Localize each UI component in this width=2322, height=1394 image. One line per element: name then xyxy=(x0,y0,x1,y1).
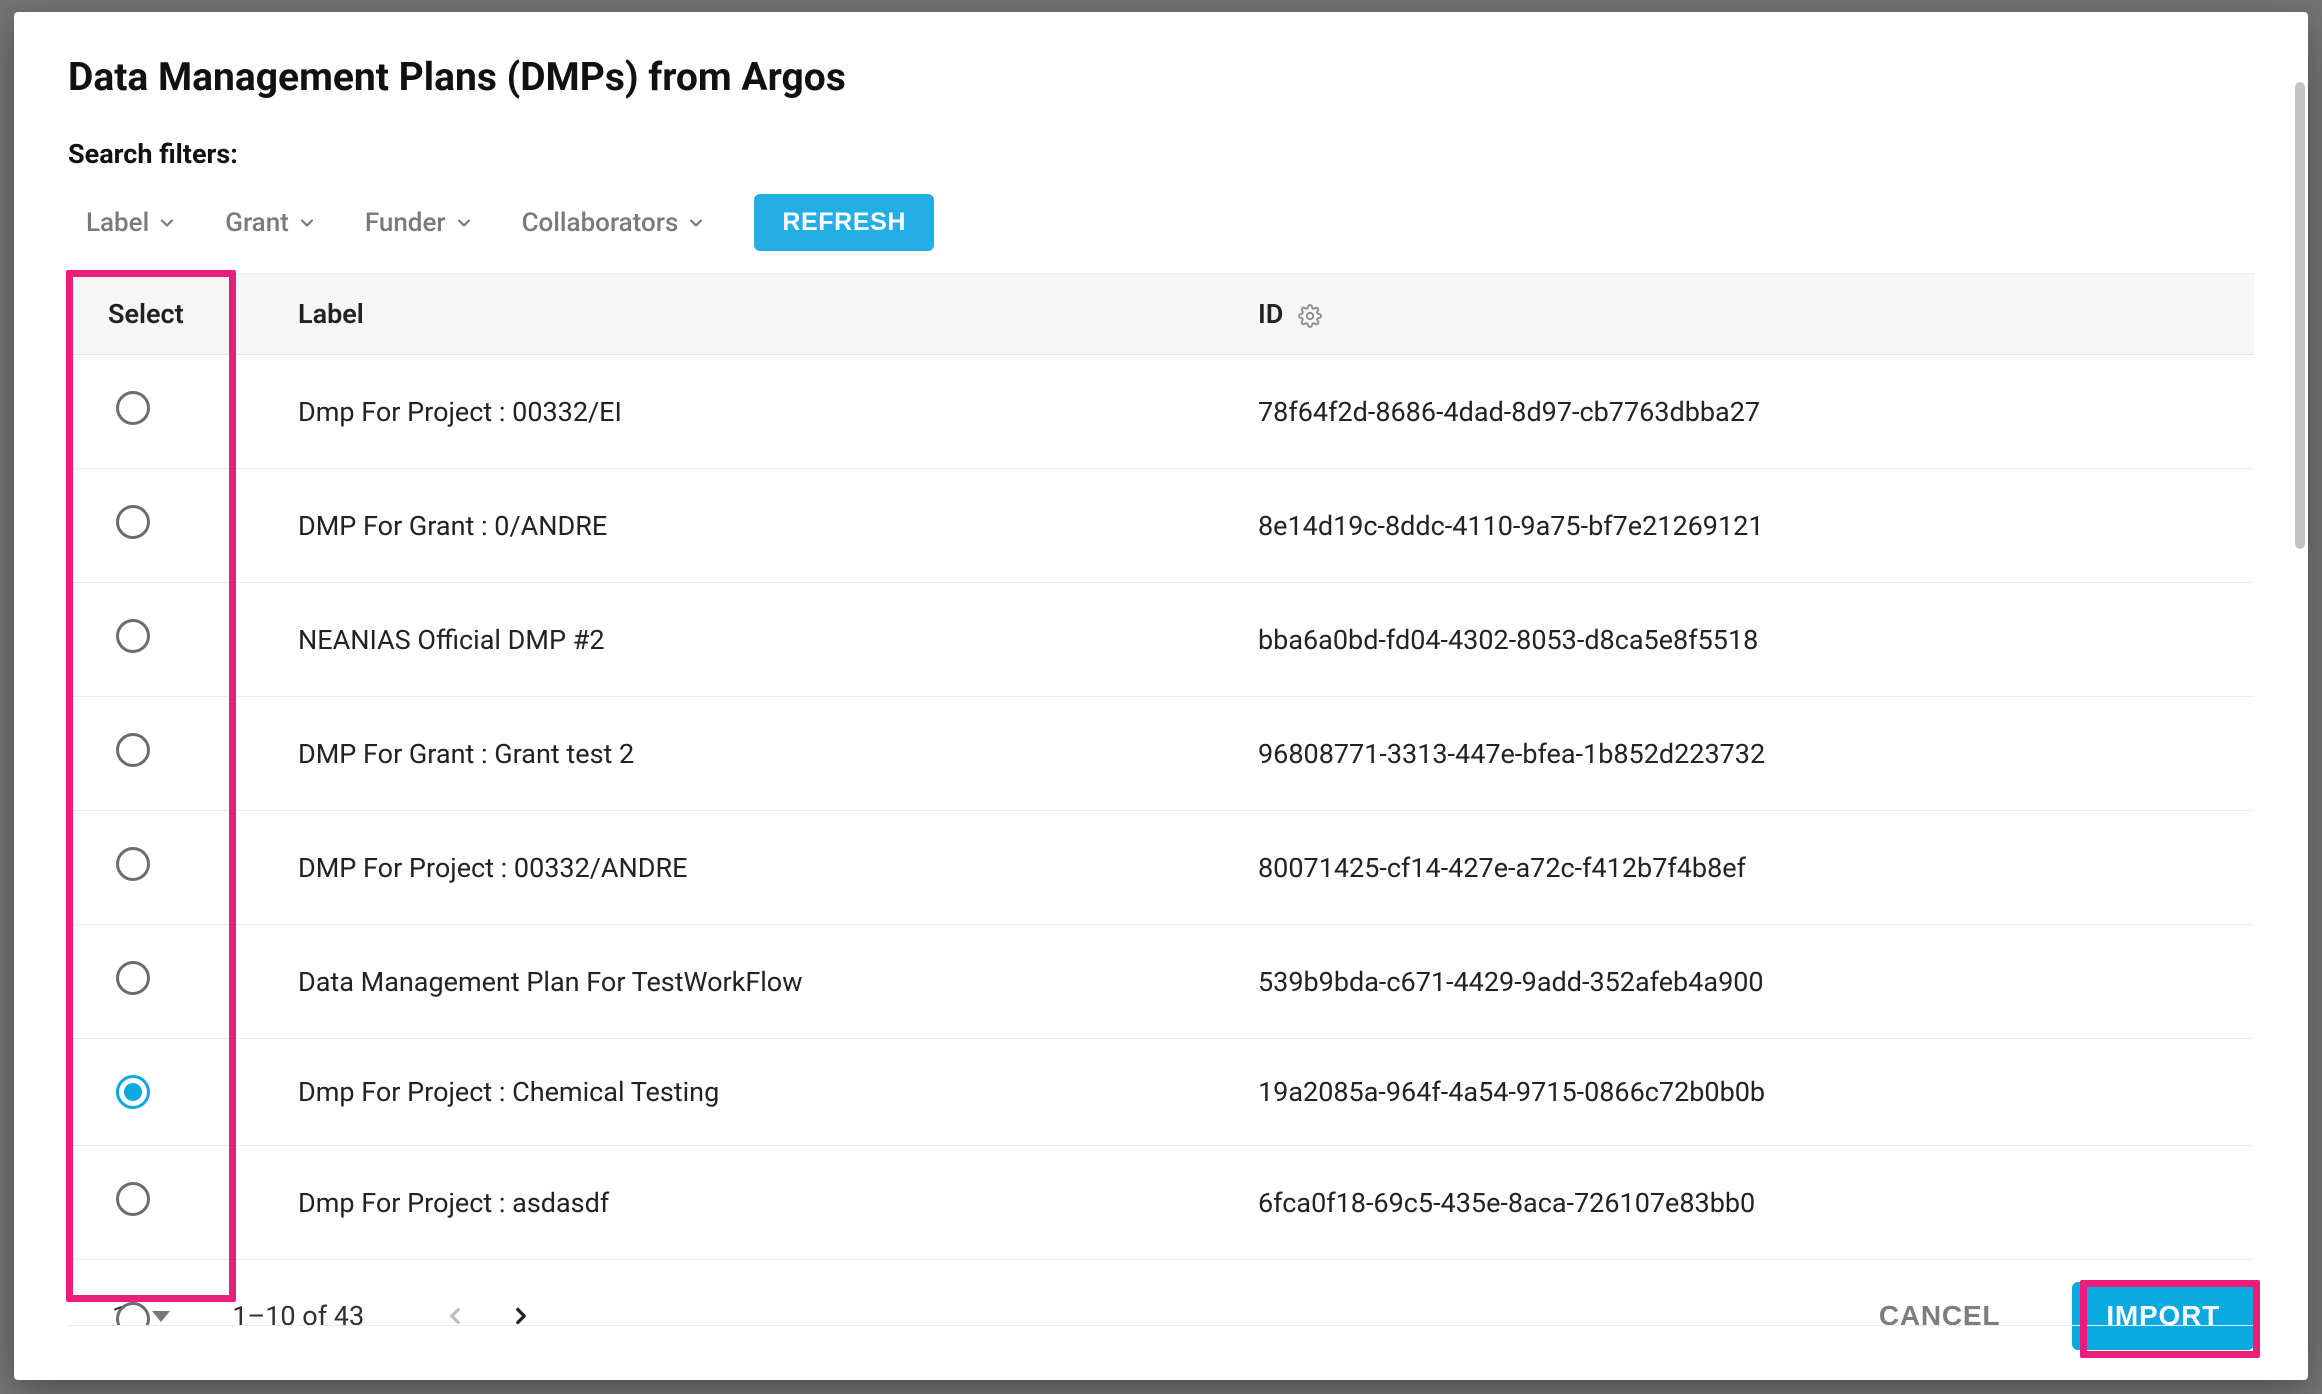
row-select-radio[interactable] xyxy=(116,619,150,653)
row-label: DMP For Grant : 0/ANDRE xyxy=(298,469,1258,583)
dialog-content: Data Management Plans (DMPs) from Argos … xyxy=(14,12,2308,1264)
col-select-header: Select xyxy=(68,274,298,355)
row-id: 539b9bda-c671-4429-9add-352afeb4a900 xyxy=(1258,925,2254,1039)
dmp-table: Select Label ID xyxy=(68,273,2254,355)
col-id-header-text: ID xyxy=(1258,298,1283,330)
import-dmp-dialog: Data Management Plans (DMPs) from Argos … xyxy=(14,12,2308,1380)
filter-collaborators[interactable]: Collaborators xyxy=(522,208,707,238)
row-id: bba6a0bd-fd04-4302-8053-d8ca5e8f5518 xyxy=(1258,583,2254,697)
row-id: 8e14d19c-8ddc-4110-9a75-bf7e21269121 xyxy=(1258,469,2254,583)
row-label: NEANIAS Official DMP #2 xyxy=(298,583,1258,697)
filter-collaborators-text: Collaborators xyxy=(522,208,679,238)
table-row: Dmp For Project : 00332/EI78f64f2d-8686-… xyxy=(68,355,2254,469)
row-id: 96808771-3313-447e-bfea-1b852d223732 xyxy=(1258,697,2254,811)
filter-grant[interactable]: Grant xyxy=(225,208,317,238)
row-id: 19a2085a-964f-4a54-9715-0866c72b0b0b xyxy=(1258,1039,2254,1146)
row-select-cell xyxy=(68,1146,298,1260)
row-select-cell xyxy=(68,811,298,925)
col-id-header[interactable]: ID xyxy=(1258,274,2254,355)
filter-funder[interactable]: Funder xyxy=(365,208,474,238)
filter-label[interactable]: Label xyxy=(86,208,177,238)
table-row: DMP For Project : 00332/ANDRE80071425-cf… xyxy=(68,811,2254,925)
table-row: Dmp For Project : Chemical Testing19a208… xyxy=(68,1039,2254,1146)
table-row: NEANIAS Official DMP #2bba6a0bd-fd04-430… xyxy=(68,583,2254,697)
table-body-clip: Dmp For Project : 00332/EI78f64f2d-8686-… xyxy=(68,355,2254,1345)
row-select-radio[interactable] xyxy=(116,847,150,881)
row-label: DMP For Grant : Grant test 2 xyxy=(298,697,1258,811)
scrollbar-thumb[interactable] xyxy=(2295,82,2305,549)
row-label: DMP For Project : 00332/ANDRE xyxy=(298,811,1258,925)
row-select-cell xyxy=(68,1260,298,1326)
table-row: DMP For Grant : Grant test 296808771-331… xyxy=(68,697,2254,811)
filter-row: Label Grant Funder Collaborators xyxy=(68,194,2254,251)
row-id: 78f64f2d-8686-4dad-8d97-cb7763dbba27 xyxy=(1258,355,2254,469)
row-select-cell xyxy=(68,583,298,697)
row-select-cell xyxy=(68,925,298,1039)
table-wrap: Select Label ID xyxy=(68,273,2254,1264)
row-select-radio[interactable] xyxy=(116,391,150,425)
refresh-button[interactable]: REFRESH xyxy=(754,194,934,251)
dialog-scrollbar[interactable] xyxy=(2292,82,2308,1310)
row-id: 80071425-cf14-427e-a72c-f412b7f4b8ef xyxy=(1258,811,2254,925)
row-select-radio[interactable] xyxy=(116,733,150,767)
chevron-down-icon xyxy=(157,213,177,233)
filter-funder-text: Funder xyxy=(365,208,446,238)
row-select-radio[interactable] xyxy=(116,1182,150,1216)
table-row: DMP For Grant : 0/ANDRE8e14d19c-8ddc-411… xyxy=(68,469,2254,583)
filter-label-text: Label xyxy=(86,208,149,238)
row-select-radio[interactable] xyxy=(116,961,150,995)
row-select-cell xyxy=(68,469,298,583)
row-select-radio[interactable] xyxy=(116,1075,150,1109)
row-label: Dmp For Project : 00332/EI xyxy=(298,355,1258,469)
table-header: Select Label ID xyxy=(68,274,2254,355)
row-select-cell xyxy=(68,1039,298,1146)
chevron-down-icon xyxy=(454,213,474,233)
table-row xyxy=(68,1260,2254,1326)
row-label: Data Management Plan For TestWorkFlow xyxy=(298,925,1258,1039)
row-select-radio[interactable] xyxy=(116,1302,150,1326)
table-row: Dmp For Project : asdasdf6fca0f18-69c5-4… xyxy=(68,1146,2254,1260)
col-label-header[interactable]: Label xyxy=(298,274,1258,355)
search-filters-label: Search filters: xyxy=(68,138,2254,170)
gear-icon[interactable] xyxy=(1298,304,1322,328)
row-select-cell xyxy=(68,697,298,811)
row-id: 6fca0f18-69c5-435e-8aca-726107e83bb0 xyxy=(1258,1146,2254,1260)
dialog-title: Data Management Plans (DMPs) from Argos xyxy=(68,54,2254,100)
row-select-radio[interactable] xyxy=(116,505,150,539)
row-label: Dmp For Project : Chemical Testing xyxy=(298,1039,1258,1146)
filter-grant-text: Grant xyxy=(225,208,289,238)
row-label: Dmp For Project : asdasdf xyxy=(298,1146,1258,1260)
table-row: Data Management Plan For TestWorkFlow539… xyxy=(68,925,2254,1039)
table-body: Dmp For Project : 00332/EI78f64f2d-8686-… xyxy=(68,355,2254,1326)
chevron-down-icon xyxy=(686,213,706,233)
chevron-down-icon xyxy=(297,213,317,233)
row-select-cell xyxy=(68,355,298,469)
